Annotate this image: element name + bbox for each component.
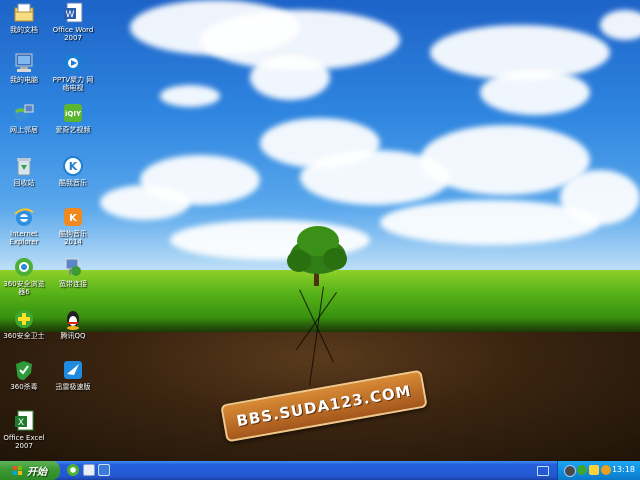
tree-foliage xyxy=(287,250,311,272)
recycle-bin-icon xyxy=(13,155,35,177)
security-tray-icon[interactable] xyxy=(601,465,611,475)
shield-tray-icon[interactable] xyxy=(589,465,599,475)
network-status-icon[interactable] xyxy=(564,465,576,477)
desktop-icon-my-computer[interactable]: 我的电脑 xyxy=(0,52,51,84)
computer-icon xyxy=(13,52,35,74)
start-label: 开始 xyxy=(27,467,47,478)
desktop-icon-iqiyi[interactable]: iQIY 爱奇艺视频 xyxy=(46,102,100,134)
quicklaunch-show-desktop-icon[interactable] xyxy=(98,464,110,476)
icon-label: 腾讯QQ xyxy=(60,332,86,340)
keyboard-icon[interactable] xyxy=(537,466,549,476)
icon-label: 网上邻居 xyxy=(10,126,38,134)
cloud xyxy=(600,10,640,40)
folder-documents-icon xyxy=(13,2,35,24)
qq-icon xyxy=(62,308,84,330)
icon-label: 360安全浏览 器6 xyxy=(3,280,45,296)
quicklaunch-folder-icon[interactable] xyxy=(83,464,95,476)
icon-label: 我的电脑 xyxy=(10,76,38,84)
desktop-icon-kugou[interactable]: K 酷狗音乐 2014 xyxy=(46,206,100,246)
start-button[interactable]: 开始 xyxy=(0,461,60,480)
360-tray-icon[interactable] xyxy=(577,465,587,475)
network-icon xyxy=(13,102,35,124)
tree-foliage xyxy=(323,248,347,270)
icon-label: Internet Explorer xyxy=(9,230,39,246)
360-antivirus-icon xyxy=(13,359,35,381)
desktop-icon-360-guard[interactable]: 360安全卫士 xyxy=(0,308,51,340)
windows-logo-icon xyxy=(13,465,23,476)
desktop-icon-internet-explorer[interactable]: Internet Explorer xyxy=(0,206,51,246)
internet-explorer-icon xyxy=(13,206,35,228)
svg-text:K: K xyxy=(69,213,78,224)
xunlei-icon xyxy=(62,359,84,381)
svg-text:K: K xyxy=(69,160,78,173)
desktop-icon-my-documents[interactable]: 我的文档 xyxy=(0,2,51,34)
desktop-icon-recycle-bin[interactable]: 回收站 xyxy=(0,155,51,187)
word-icon: W xyxy=(62,2,84,24)
kugou-icon: K xyxy=(62,206,84,228)
icon-label: 360安全卫士 xyxy=(3,332,45,340)
desktop-icon-360-browser[interactable]: 360安全浏览 器6 xyxy=(0,256,51,296)
desktop-icon-kuwo[interactable]: K 酷我音乐 xyxy=(46,155,100,187)
icon-label: 酷我音乐 xyxy=(59,179,87,187)
system-tray: 13:18 xyxy=(557,461,640,480)
cloud xyxy=(480,70,590,115)
desktop-icon-excel[interactable]: X Office Excel 2007 xyxy=(0,410,51,450)
desktop-icon-word[interactable]: W Office Word 2007 xyxy=(46,2,100,42)
cloud xyxy=(100,185,190,220)
excel-icon: X xyxy=(13,410,35,432)
icon-label: 360杀毒 xyxy=(10,383,38,391)
desktop[interactable]: BBS.SUDA123.COM 我的文档 W Office Word 2007 … xyxy=(0,0,640,461)
svg-text:iQIY: iQIY xyxy=(65,110,82,118)
pptv-icon xyxy=(62,52,84,74)
icon-label: 爱奇艺视频 xyxy=(55,126,91,134)
icon-label: Office Excel 2007 xyxy=(3,434,45,450)
icon-label: Office Word 2007 xyxy=(52,26,94,42)
icon-label: 酷狗音乐 2014 xyxy=(59,230,87,246)
icon-label: PPTV聚力 网 络电视 xyxy=(52,76,94,92)
360-guard-icon xyxy=(13,308,35,330)
360-browser-icon xyxy=(13,256,35,278)
cloud xyxy=(250,55,330,100)
svg-text:X: X xyxy=(18,418,24,428)
quicklaunch-browser-icon[interactable] xyxy=(67,464,79,476)
taskbar: 开始 13:18 xyxy=(0,461,640,480)
desktop-icon-network[interactable]: 网上邻居 xyxy=(0,102,51,134)
icon-label: 我的文档 xyxy=(10,26,38,34)
kuwo-icon: K xyxy=(62,155,84,177)
broadband-icon xyxy=(62,256,84,278)
desktop-icon-xunlei[interactable]: 迅雷极速版 xyxy=(46,359,100,391)
desktop-icon-pptv[interactable]: PPTV聚力 网 络电视 xyxy=(46,52,100,92)
desktop-icon-qq[interactable]: 腾讯QQ xyxy=(46,308,100,340)
desktop-icon-360-antivirus[interactable]: 360杀毒 xyxy=(0,359,51,391)
svg-text:W: W xyxy=(66,10,75,20)
cloud xyxy=(560,170,640,225)
clock[interactable]: 13:18 xyxy=(612,465,635,474)
icon-label: 宽带连接 xyxy=(59,280,87,288)
icon-label: 回收站 xyxy=(13,179,35,187)
cloud xyxy=(160,85,220,107)
iqiyi-icon: iQIY xyxy=(62,102,84,124)
icon-label: 迅雷极速版 xyxy=(55,383,91,391)
desktop-icon-broadband[interactable]: 宽带连接 xyxy=(46,256,100,288)
